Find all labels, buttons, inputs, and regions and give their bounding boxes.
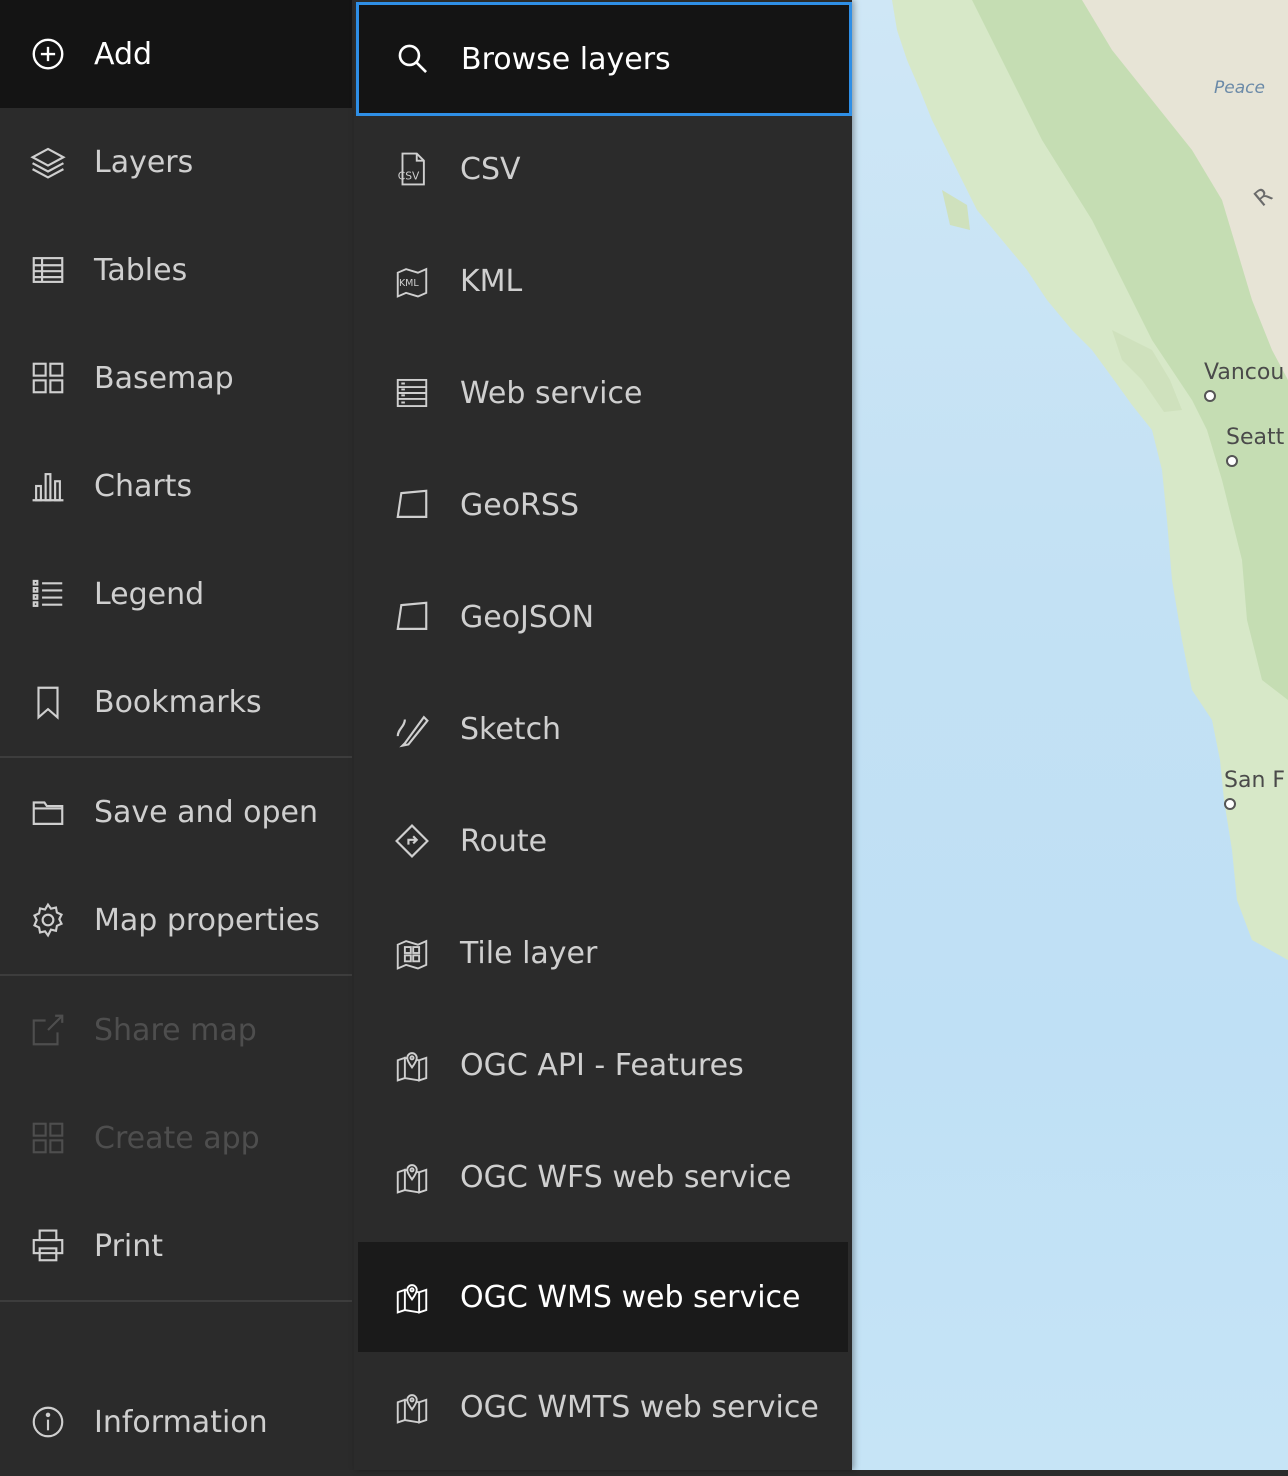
sidebar-item-label: Layers bbox=[94, 144, 194, 180]
menu-item-label: Sketch bbox=[460, 711, 562, 747]
search-icon bbox=[393, 39, 433, 79]
printer-icon bbox=[28, 1226, 68, 1266]
sidebar-divider bbox=[0, 1300, 352, 1302]
sidebar-item-add[interactable]: Add bbox=[0, 0, 352, 108]
sidebar-item-bookmarks[interactable]: Bookmarks bbox=[0, 648, 352, 756]
menu-item-browse-layers[interactable]: Browse layers bbox=[356, 2, 852, 116]
csv-file-icon: CSV bbox=[392, 149, 432, 189]
menu-item-label: Web service bbox=[460, 375, 643, 411]
menu-item-web-service[interactable]: Web service bbox=[358, 338, 848, 448]
menu-item-label: OGC API - Features bbox=[460, 1047, 744, 1083]
sidebar-item-information[interactable]: Information bbox=[0, 1368, 352, 1476]
menu-item-label: OGC WFS web service bbox=[460, 1159, 792, 1195]
sidebar-item-label: Tables bbox=[94, 252, 188, 288]
add-menu: Browse layers CSV CSV KML KML Web servic… bbox=[354, 0, 852, 1470]
kml-icon: KML bbox=[392, 261, 432, 301]
sidebar-item-label: Information bbox=[94, 1404, 268, 1440]
city-marker-icon bbox=[1226, 455, 1238, 467]
sidebar: Add Layers Tables Basemap Charts Legend bbox=[0, 0, 352, 1470]
table-icon bbox=[28, 250, 68, 290]
sidebar-item-label: Share map bbox=[94, 1012, 257, 1048]
menu-item-tile-layer[interactable]: Tile layer bbox=[358, 898, 848, 1008]
sidebar-item-save-and-open[interactable]: Save and open bbox=[0, 758, 352, 866]
menu-item-geojson[interactable]: GeoJSON bbox=[358, 562, 848, 672]
sidebar-item-layers[interactable]: Layers bbox=[0, 108, 352, 216]
sidebar-item-label: Print bbox=[94, 1228, 164, 1264]
menu-item-georss[interactable]: GeoRSS bbox=[358, 450, 848, 560]
menu-item-route[interactable]: Route bbox=[358, 786, 848, 896]
sidebar-item-label: Save and open bbox=[94, 794, 319, 830]
route-icon bbox=[392, 821, 432, 861]
gear-icon bbox=[28, 900, 68, 940]
map-pin-icon bbox=[392, 1157, 432, 1197]
map-label-peace: Peace bbox=[1214, 78, 1265, 98]
city-name: San F bbox=[1224, 768, 1286, 793]
sidebar-item-tables[interactable]: Tables bbox=[0, 216, 352, 324]
sidebar-item-basemap[interactable]: Basemap bbox=[0, 324, 352, 432]
sidebar-item-share-map[interactable]: Share map bbox=[0, 976, 352, 1084]
menu-item-kml[interactable]: KML KML bbox=[358, 226, 848, 336]
basemap-icon bbox=[28, 358, 68, 398]
sidebar-item-label: Add bbox=[94, 36, 153, 72]
city-name: Seatt bbox=[1226, 425, 1285, 450]
info-icon bbox=[28, 1402, 68, 1442]
menu-item-ogc-wms-web-service[interactable]: OGC WMS web service bbox=[358, 1242, 848, 1352]
legend-icon bbox=[28, 574, 68, 614]
menu-item-label: GeoJSON bbox=[460, 599, 595, 635]
menu-item-label: GeoRSS bbox=[460, 487, 579, 523]
web-service-icon bbox=[392, 373, 432, 413]
menu-item-label: OGC WMS web service bbox=[460, 1279, 801, 1315]
chart-icon bbox=[28, 466, 68, 506]
menu-item-label: CSV bbox=[460, 151, 521, 187]
sidebar-item-label: Basemap bbox=[94, 360, 234, 396]
svg-text:KML: KML bbox=[399, 278, 419, 289]
sidebar-item-label: Create app bbox=[94, 1120, 260, 1156]
share-icon bbox=[28, 1010, 68, 1050]
map-pin-icon bbox=[392, 1387, 432, 1427]
sidebar-item-label: Charts bbox=[94, 468, 193, 504]
sketch-icon bbox=[392, 709, 432, 749]
sidebar-item-label: Bookmarks bbox=[94, 684, 262, 720]
folder-icon bbox=[28, 792, 68, 832]
city-name: Vancou bbox=[1204, 360, 1285, 385]
city-marker-icon bbox=[1224, 798, 1236, 810]
map-sheet-icon bbox=[392, 597, 432, 637]
sidebar-item-legend[interactable]: Legend bbox=[0, 540, 352, 648]
apps-icon bbox=[28, 1118, 68, 1158]
menu-item-ogc-wfs-web-service[interactable]: OGC WFS web service bbox=[358, 1122, 848, 1232]
menu-item-label: Browse layers bbox=[461, 41, 671, 77]
menu-item-label: Tile layer bbox=[460, 935, 598, 971]
map-label-seattle[interactable]: Seatt bbox=[1226, 425, 1285, 467]
map-view[interactable]: Peace R Vancou Seatt San F bbox=[852, 0, 1288, 1470]
map-coastline bbox=[892, 0, 1288, 960]
menu-item-label: OGC WMTS web service bbox=[460, 1389, 819, 1425]
plus-circle-icon bbox=[28, 34, 68, 74]
sidebar-item-print[interactable]: Print bbox=[0, 1192, 352, 1300]
sidebar-item-label: Map properties bbox=[94, 902, 320, 938]
map-pin-icon bbox=[392, 1045, 432, 1085]
layers-icon bbox=[28, 142, 68, 182]
tile-layer-icon bbox=[392, 933, 432, 973]
sidebar-item-label: Legend bbox=[94, 576, 205, 612]
city-marker-icon bbox=[1204, 390, 1216, 402]
menu-item-label: KML bbox=[460, 263, 523, 299]
menu-item-label: Route bbox=[460, 823, 548, 859]
bookmark-icon bbox=[28, 682, 68, 722]
map-pin-icon bbox=[392, 1277, 432, 1317]
sidebar-item-create-app[interactable]: Create app bbox=[0, 1084, 352, 1192]
menu-item-ogc-wmts-web-service[interactable]: OGC WMTS web service bbox=[358, 1352, 848, 1462]
menu-item-sketch[interactable]: Sketch bbox=[358, 674, 848, 784]
menu-item-csv[interactable]: CSV CSV bbox=[358, 114, 848, 224]
map-sheet-icon bbox=[392, 485, 432, 525]
sidebar-item-map-properties[interactable]: Map properties bbox=[0, 866, 352, 974]
map-label-san-francisco[interactable]: San F bbox=[1224, 768, 1286, 810]
sidebar-item-charts[interactable]: Charts bbox=[0, 432, 352, 540]
menu-item-ogc-api-features[interactable]: OGC API - Features bbox=[358, 1010, 848, 1120]
svg-text:CSV: CSV bbox=[398, 170, 420, 183]
map-label-vancouver[interactable]: Vancou bbox=[1204, 360, 1285, 402]
